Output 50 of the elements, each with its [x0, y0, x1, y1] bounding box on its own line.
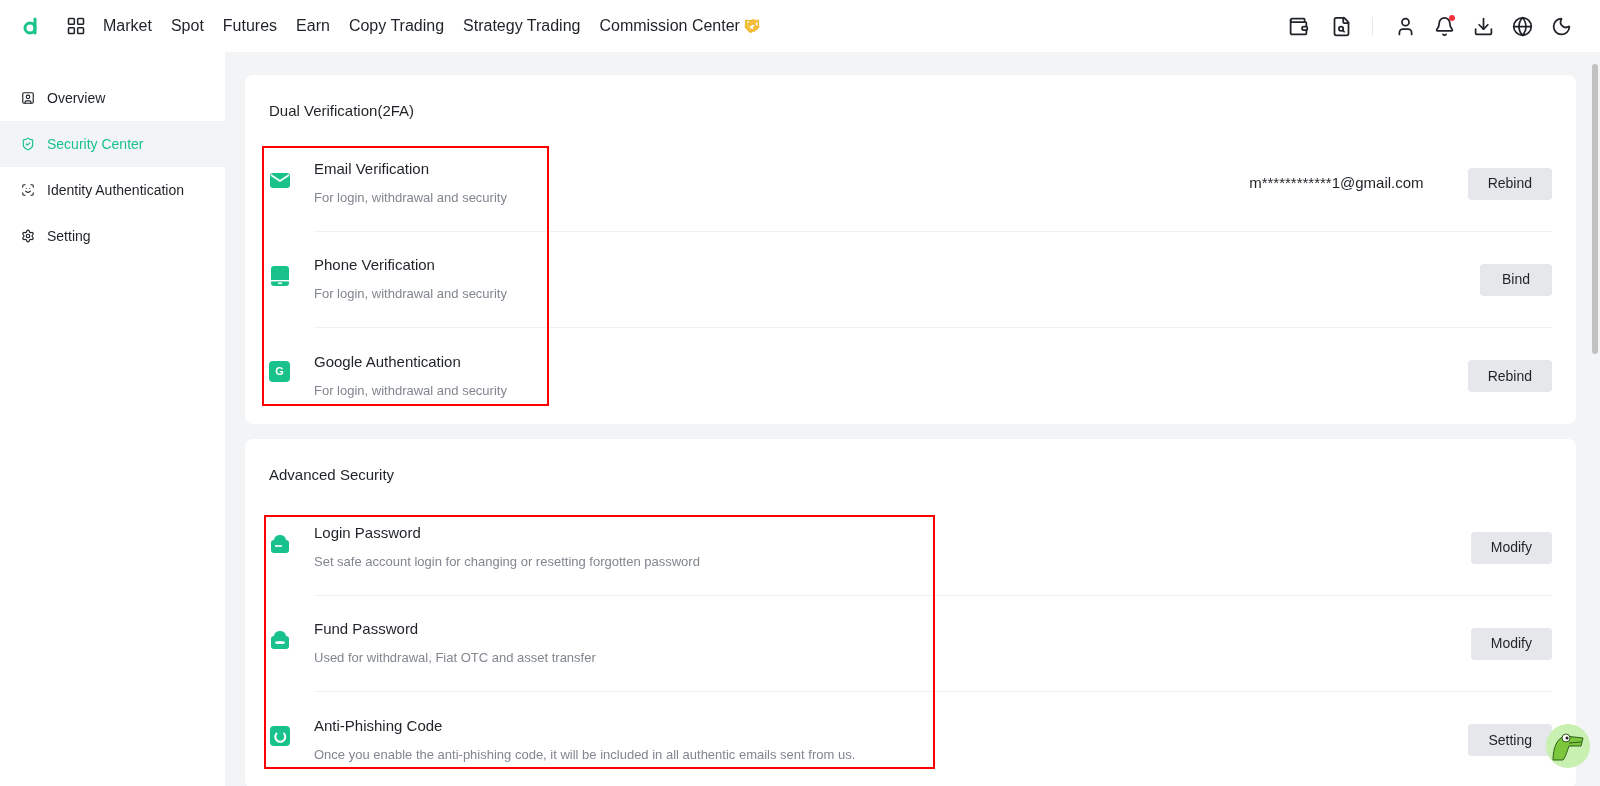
section-title: Dual Verification(2FA)	[269, 101, 416, 121]
action-button[interactable]: Modify	[1470, 531, 1552, 564]
face-scan-icon	[21, 183, 35, 197]
action-button[interactable]: Bind	[1480, 263, 1552, 296]
notification-icon[interactable]	[1434, 15, 1455, 37]
row-description: Set safe account login for changing or resetting forgotten password	[314, 553, 701, 571]
download-icon[interactable]	[1473, 15, 1494, 37]
handshake-icon	[743, 18, 760, 34]
lock-icon	[269, 533, 291, 555]
theme-icon[interactable]	[1551, 15, 1572, 37]
sidebar-item[interactable]: Overview	[0, 75, 225, 121]
lock-icon	[269, 629, 291, 651]
settings-icon	[21, 229, 35, 243]
row-description: Used for withdrawal, Fiat OTC and asset transfer	[314, 649, 597, 667]
refresh-icon	[269, 725, 291, 747]
row-description: For login, withdrawal and security	[314, 189, 508, 207]
row-title: Google Authentication	[314, 351, 462, 372]
nav-link[interactable]: Strategy Trading	[463, 14, 581, 38]
action-button[interactable]: Rebind	[1467, 360, 1552, 392]
nav-link[interactable]: Spot	[170, 14, 204, 38]
apps-grid-icon[interactable]	[66, 16, 86, 36]
row-title: Phone Verification	[314, 255, 436, 275]
action-button[interactable]: Rebind	[1467, 167, 1552, 200]
row-title: Login Password	[314, 523, 422, 543]
mascot-avatar[interactable]	[1546, 724, 1590, 768]
nav-link[interactable]: Earn	[296, 14, 330, 38]
row-description: For login, withdrawal and security	[314, 381, 508, 400]
row-description: Once you enable the anti-phishing code, it will be included in all authentic emails sent from us.	[314, 745, 857, 764]
wallet-icon[interactable]	[1288, 15, 1309, 37]
action-button[interactable]: Modify	[1470, 627, 1552, 660]
document-search-icon[interactable]	[1331, 15, 1352, 37]
email-address: m************1@gmail.com	[1249, 173, 1424, 194]
user-card-icon	[21, 91, 35, 105]
row-title: Fund Password	[314, 619, 420, 639]
section-title: Advanced Security	[269, 465, 396, 485]
letter-icon: G	[269, 361, 290, 382]
row-title: Email Verification	[314, 159, 431, 179]
language-icon[interactable]	[1512, 15, 1533, 37]
row-title: Anti-Phishing Code	[314, 715, 444, 736]
row-description: For login, withdrawal and security	[314, 285, 508, 303]
shield-icon	[21, 137, 35, 151]
nav-link[interactable]: Market	[103, 14, 152, 38]
tablet-icon	[269, 265, 291, 287]
sidebar-item[interactable]: Identity Authentication	[0, 167, 225, 213]
nav-link[interactable]: Futures	[222, 14, 278, 38]
nav-link[interactable]: Commission Center	[599, 14, 760, 38]
sidebar-item[interactable]: Setting	[0, 213, 225, 259]
action-button[interactable]: Setting	[1468, 724, 1552, 756]
scrollbar[interactable]	[1590, 52, 1600, 786]
nav-link[interactable]: Copy Trading	[348, 14, 445, 38]
